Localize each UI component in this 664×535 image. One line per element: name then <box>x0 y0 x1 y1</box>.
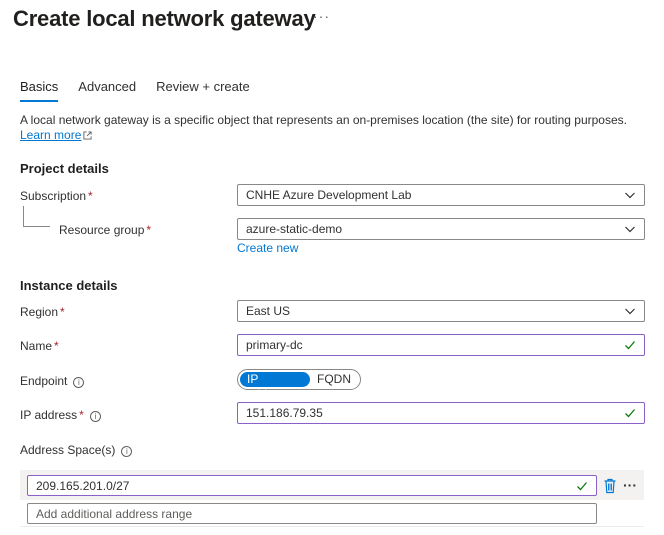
additional-address-range-input[interactable]: Add additional address range <box>27 503 597 524</box>
address-space-label-text: Address Space(s) <box>20 443 116 457</box>
checkmark-icon <box>625 409 635 418</box>
subscription-select[interactable]: CNHE Azure Development Lab <box>237 184 645 206</box>
more-options-icon[interactable]: ··· <box>313 8 330 24</box>
project-details-heading: Project details <box>20 161 109 176</box>
required-marker: * <box>60 305 65 319</box>
region-label-text: Region <box>20 305 59 319</box>
learn-more-label: Learn more <box>20 128 82 142</box>
resource-group-label: Resource group * <box>59 223 151 237</box>
required-marker: * <box>54 339 59 353</box>
tree-connector <box>23 206 24 226</box>
subscription-label-text: Subscription <box>20 189 87 203</box>
subscription-value: CNHE Azure Development Lab <box>246 188 412 202</box>
resource-group-value: azure-static-demo <box>246 222 343 236</box>
more-actions-icon[interactable]: ··· <box>623 477 637 493</box>
address-range-value: 209.165.201.0/27 <box>36 478 130 493</box>
subscription-label: Subscription * <box>20 189 93 203</box>
tab-bar: Basics Advanced Review + create <box>20 79 270 102</box>
ip-address-value: 151.186.79.35 <box>246 406 323 420</box>
checkmark-icon <box>625 341 635 350</box>
ip-address-label-text: IP address <box>20 408 78 422</box>
chevron-down-icon <box>625 226 635 233</box>
address-range-input[interactable]: 209.165.201.0/27 <box>27 475 597 496</box>
required-marker: * <box>146 223 152 237</box>
region-label: Region * <box>20 305 65 319</box>
resource-group-label-text: Resource group <box>59 223 145 237</box>
page-title: Create local network gateway <box>13 6 316 31</box>
name-value: primary-dc <box>246 338 303 352</box>
region-select[interactable]: East US <box>237 300 645 322</box>
tree-connector-horizontal <box>23 226 50 227</box>
ip-address-label: IP address * i <box>20 408 101 422</box>
trash-icon[interactable] <box>603 478 617 494</box>
info-icon[interactable]: i <box>73 377 85 388</box>
name-label: Name * <box>20 339 59 353</box>
chevron-down-icon <box>625 308 635 315</box>
tab-basics[interactable]: Basics <box>20 79 59 102</box>
info-icon[interactable]: i <box>89 411 101 422</box>
description: A local network gateway is a specific ob… <box>20 113 640 143</box>
endpoint-option-fqdn[interactable]: FQDN <box>310 372 358 387</box>
learn-more-link[interactable]: Learn more <box>20 128 81 142</box>
info-icon[interactable]: i <box>121 446 133 457</box>
create-new-link[interactable]: Create new <box>237 241 298 255</box>
description-text: A local network gateway is a specific ob… <box>20 113 627 127</box>
endpoint-label: Endpoint i <box>20 374 85 388</box>
region-value: East US <box>246 304 291 318</box>
required-marker: * <box>88 189 93 203</box>
checkmark-icon <box>577 481 587 490</box>
divider <box>20 526 644 527</box>
name-input[interactable]: primary-dc <box>237 334 645 356</box>
endpoint-toggle: IP address FQDN <box>237 369 361 401</box>
tab-advanced[interactable]: Advanced <box>78 79 136 102</box>
resource-group-select[interactable]: azure-static-demo <box>237 218 645 240</box>
endpoint-option-ip-address[interactable]: IP address <box>240 372 310 401</box>
tab-review-create[interactable]: Review + create <box>156 79 250 102</box>
name-label-text: Name <box>20 339 53 353</box>
address-placeholder: Add additional address range <box>36 506 193 521</box>
address-space-label: Address Space(s) i <box>20 443 133 457</box>
endpoint-label-text: Endpoint <box>20 374 68 388</box>
external-link-icon <box>83 131 92 140</box>
ip-address-input[interactable]: 151.186.79.35 <box>237 402 645 424</box>
instance-details-heading: Instance details <box>20 278 118 293</box>
chevron-down-icon <box>625 192 635 199</box>
required-marker: * <box>79 408 84 422</box>
